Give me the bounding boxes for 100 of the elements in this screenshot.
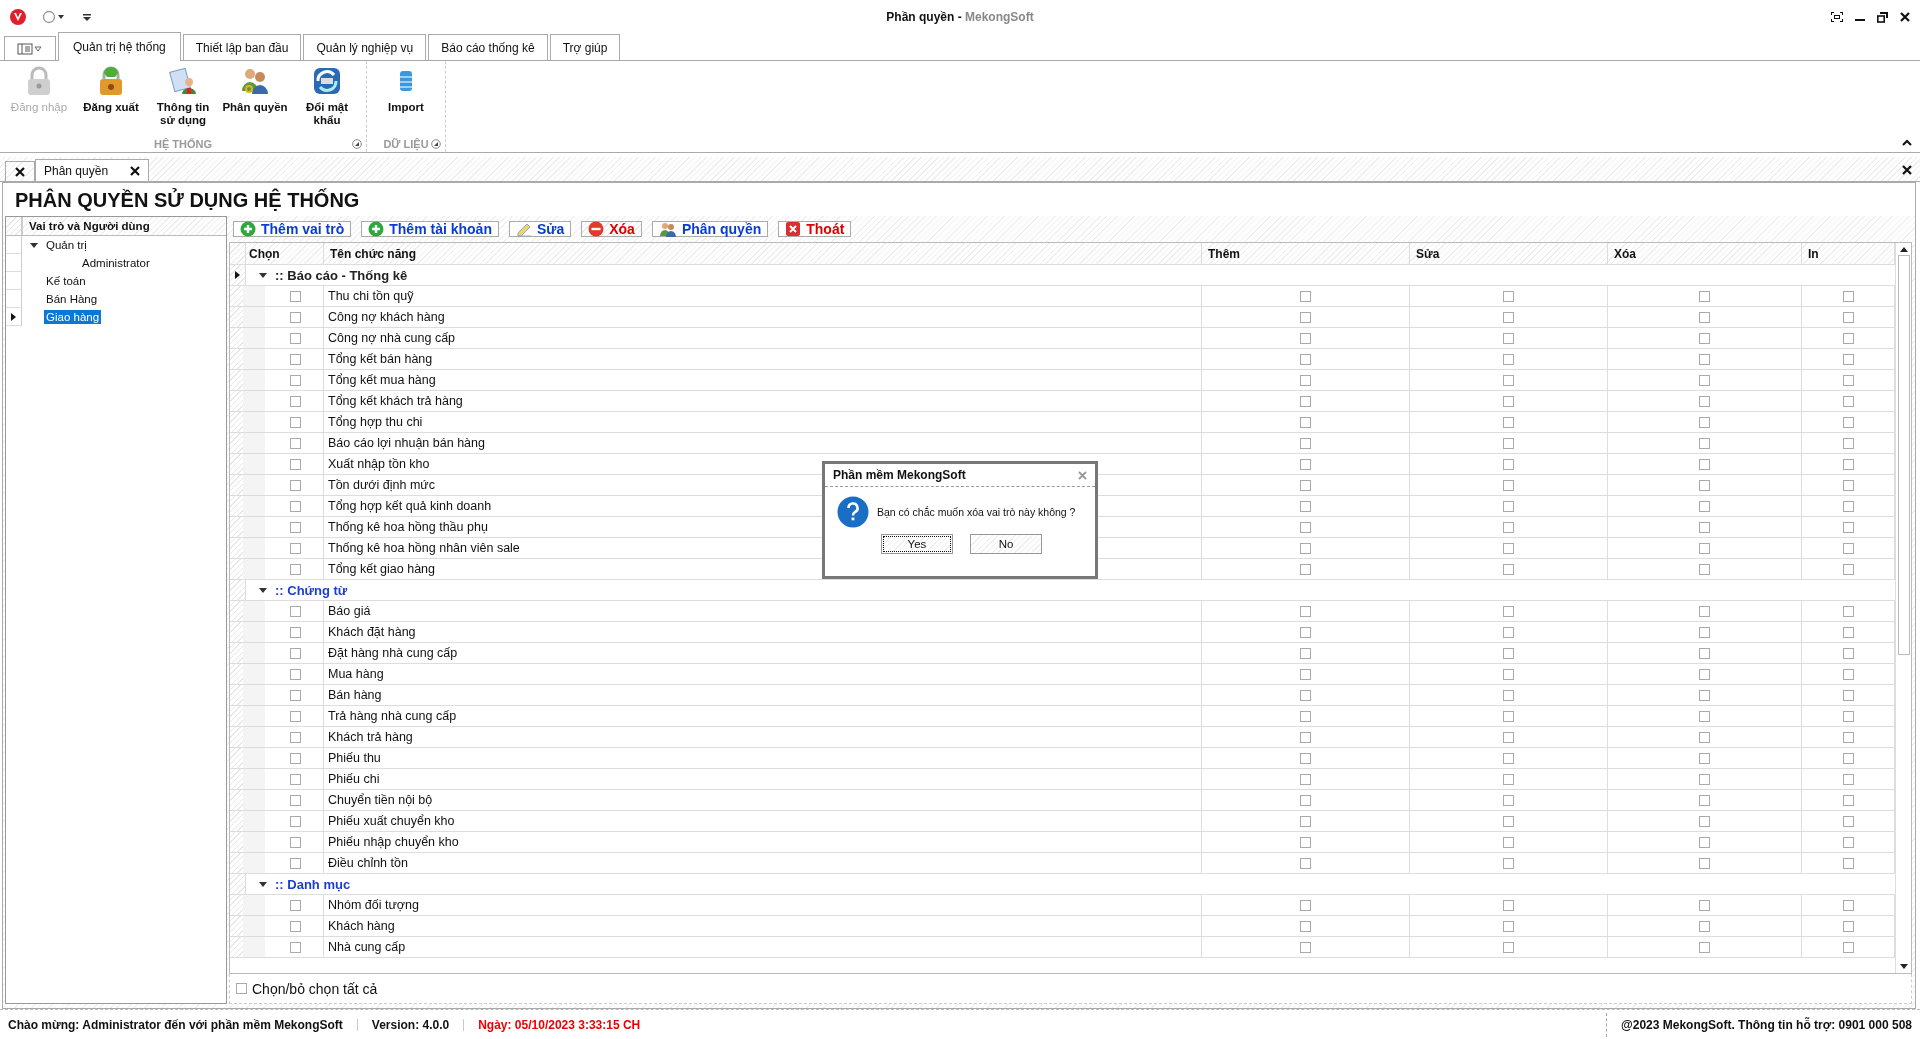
checkbox[interactable] <box>1842 836 1854 848</box>
checkbox[interactable] <box>1300 500 1311 512</box>
view-menu-button[interactable] <box>4 36 56 60</box>
checkbox[interactable] <box>1699 647 1710 659</box>
scroll-down-icon[interactable] <box>1899 964 1908 969</box>
checkbox[interactable] <box>1300 941 1311 953</box>
checkbox[interactable] <box>1300 374 1311 386</box>
checkbox[interactable] <box>1699 899 1710 911</box>
checkbox[interactable] <box>1503 563 1514 575</box>
checkbox[interactable] <box>290 794 301 806</box>
dialog-button[interactable]: Yes <box>881 534 953 554</box>
checkbox[interactable] <box>1842 689 1854 701</box>
fullscreen-icon[interactable] <box>1831 12 1843 22</box>
checkbox[interactable] <box>290 836 301 848</box>
checkbox[interactable] <box>1699 395 1710 407</box>
checkbox[interactable] <box>290 458 301 470</box>
checkbox[interactable] <box>1699 689 1710 701</box>
checkbox[interactable] <box>1300 542 1311 554</box>
checkbox[interactable] <box>1503 710 1514 722</box>
checkbox[interactable] <box>1503 920 1514 932</box>
checkbox[interactable] <box>290 311 301 323</box>
toolbar-button[interactable]: Sửa <box>508 221 572 237</box>
checkbox[interactable] <box>1503 353 1514 365</box>
checkbox[interactable] <box>290 668 301 680</box>
checkbox[interactable] <box>1300 668 1311 680</box>
checkbox[interactable] <box>290 710 301 722</box>
checkbox[interactable] <box>290 773 301 785</box>
checkbox[interactable] <box>290 563 301 575</box>
checkbox[interactable] <box>1842 605 1854 617</box>
checkbox[interactable] <box>1300 416 1311 428</box>
checkbox[interactable] <box>290 437 301 449</box>
checkbox[interactable] <box>1300 395 1311 407</box>
checkbox[interactable] <box>1503 458 1514 470</box>
checkbox[interactable] <box>1300 815 1311 827</box>
checkbox[interactable] <box>1842 941 1854 953</box>
checkbox[interactable] <box>290 899 301 911</box>
checkbox[interactable] <box>1300 794 1311 806</box>
tree-item[interactable]: Quản trị <box>44 238 89 252</box>
checkbox[interactable] <box>1300 689 1311 701</box>
checkbox[interactable] <box>1699 311 1710 323</box>
ribbon-button[interactable]: Thông tin sử dụng <box>148 65 218 135</box>
checkbox[interactable] <box>1503 311 1514 323</box>
checkbox[interactable] <box>290 647 301 659</box>
checkbox[interactable] <box>290 374 301 386</box>
checkbox[interactable] <box>1503 794 1514 806</box>
checkbox[interactable] <box>1699 479 1710 491</box>
checkbox[interactable] <box>1503 542 1514 554</box>
toolbar-button[interactable]: Thêm vai trò <box>233 221 352 237</box>
checkbox[interactable] <box>1842 668 1854 680</box>
checkbox[interactable] <box>1842 563 1854 575</box>
collapse-arrow-icon[interactable] <box>259 272 267 278</box>
ribbon-button[interactable]: Đăng xuất <box>76 65 146 135</box>
ribbon-tab[interactable]: Quản lý nghiệp vụ <box>303 34 427 60</box>
checkbox[interactable] <box>1699 941 1710 953</box>
tree-item[interactable]: Administrator <box>80 256 152 270</box>
tree-item[interactable]: Bán Hàng <box>44 292 100 306</box>
checkbox[interactable] <box>290 815 301 827</box>
dialog-launcher-icon[interactable] <box>352 138 362 149</box>
checkbox[interactable] <box>1503 689 1514 701</box>
checkbox[interactable] <box>290 500 301 512</box>
checkbox[interactable] <box>1503 647 1514 659</box>
checkbox[interactable] <box>1842 437 1854 449</box>
checkbox[interactable] <box>1300 647 1311 659</box>
close-icon[interactable] <box>1902 165 1912 175</box>
checkbox[interactable] <box>1699 815 1710 827</box>
checkbox[interactable] <box>1699 731 1710 743</box>
checkbox[interactable] <box>1842 311 1854 323</box>
checkbox[interactable] <box>1300 437 1311 449</box>
checkbox[interactable] <box>1699 605 1710 617</box>
select-all-checkbox[interactable]: Chọn/bỏ chọn tất cả <box>236 980 378 997</box>
checkbox[interactable] <box>290 689 301 701</box>
toolbar-button[interactable]: Xóa <box>581 221 642 237</box>
checkbox[interactable] <box>1842 332 1854 344</box>
checkbox[interactable] <box>1842 710 1854 722</box>
checkbox[interactable] <box>1503 290 1514 302</box>
checkbox[interactable] <box>1699 353 1710 365</box>
checkbox[interactable] <box>1300 563 1311 575</box>
checkbox[interactable] <box>1503 395 1514 407</box>
checkbox[interactable] <box>1699 857 1710 869</box>
checkbox[interactable] <box>290 332 301 344</box>
document-tab[interactable]: Phân quyền <box>35 159 150 181</box>
checkbox[interactable] <box>1842 521 1854 533</box>
restore-icon[interactable] <box>1877 11 1888 23</box>
checkbox[interactable] <box>1699 773 1710 785</box>
checkbox[interactable] <box>1300 752 1311 764</box>
checkbox[interactable] <box>1842 626 1854 638</box>
circle-dropdown-icon[interactable] <box>42 10 66 24</box>
checkbox[interactable] <box>1699 437 1710 449</box>
collapse-ribbon-icon[interactable] <box>1902 139 1912 146</box>
checkbox[interactable] <box>1503 899 1514 911</box>
checkbox[interactable] <box>290 353 301 365</box>
checkbox[interactable] <box>1842 899 1854 911</box>
checkbox[interactable] <box>1300 899 1311 911</box>
checkbox[interactable] <box>1503 374 1514 386</box>
checkbox[interactable] <box>1503 857 1514 869</box>
checkbox[interactable] <box>1842 353 1854 365</box>
checkbox[interactable] <box>290 395 301 407</box>
customize-caret-icon[interactable] <box>82 12 92 22</box>
checkbox[interactable] <box>1842 479 1854 491</box>
checkbox[interactable] <box>1300 311 1311 323</box>
